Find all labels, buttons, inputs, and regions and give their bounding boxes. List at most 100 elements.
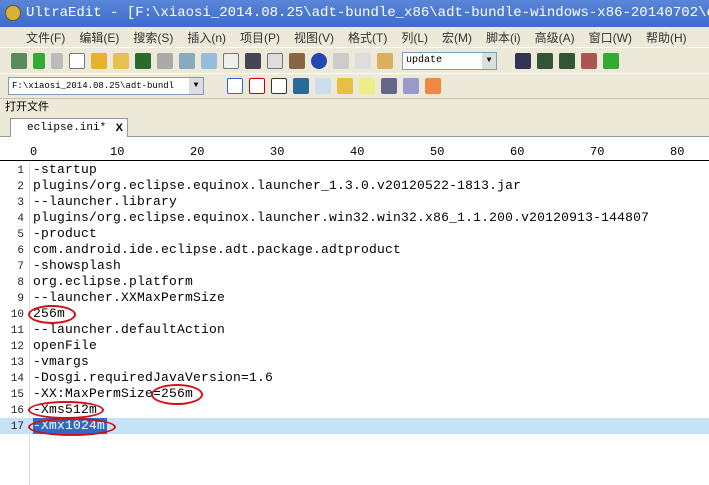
- menu-item[interactable]: 格式(T): [348, 29, 387, 46]
- editor-line[interactable]: 12 openFile: [0, 338, 709, 354]
- windows-icon[interactable]: [425, 78, 441, 94]
- line-text: -product: [33, 226, 98, 241]
- google-icon[interactable]: [227, 78, 243, 94]
- line-number: 2: [17, 181, 24, 193]
- sun-icon[interactable]: [337, 78, 353, 94]
- secondary-toolbar: F:\xiaosi_2014.08.25\adt-bundl ▼: [0, 73, 709, 98]
- line-number: 14: [10, 373, 24, 385]
- editor-line[interactable]: 4 plugins/org.eclipse.equinox.launcher.wi…: [0, 210, 709, 226]
- line-text: plugins/org.eclipse.equinox.launcher.win…: [33, 210, 650, 225]
- editor-text[interactable]: 1 -startup 2 plugins/org.eclipse.equinox.la…: [0, 162, 709, 434]
- find-prev-icon[interactable]: [537, 52, 553, 69]
- hex-icon[interactable]: [267, 52, 283, 69]
- line-number: 13: [10, 357, 24, 369]
- window-title-text: UltraEdit - [F:\xiaosi_2014.08.25\adt-bu…: [26, 5, 709, 21]
- menu-item[interactable]: 项目(P): [240, 29, 280, 46]
- menu-bar: 文件(F) 编辑(E) 搜索(S) 插入(n) 项目(P) 视图(V) 格式(T) 列(L) 宏…: [0, 27, 709, 47]
- line-number: 1: [17, 165, 24, 177]
- n-icon[interactable]: [359, 78, 375, 94]
- column-icon[interactable]: [289, 52, 305, 69]
- line-text: -vmargs: [33, 354, 90, 369]
- menu-item[interactable]: 插入(n): [187, 29, 226, 46]
- find-icon[interactable]: [515, 52, 531, 69]
- menu-item[interactable]: 高级(A): [535, 29, 575, 46]
- goto-icon[interactable]: [603, 52, 619, 69]
- cut-icon[interactable]: [333, 52, 349, 69]
- ruler-tick-label: 70: [590, 145, 605, 159]
- tab-eclipse-ini[interactable]: eclipse.ini* X: [10, 118, 128, 137]
- forward-icon[interactable]: [51, 52, 63, 69]
- line-number: 9: [17, 293, 24, 305]
- editor-line[interactable]: 8 org.eclipse.platform: [0, 274, 709, 290]
- line-text: -showsplash: [33, 258, 122, 273]
- wikipedia-icon[interactable]: [271, 78, 287, 94]
- editor-line[interactable]: 1 -startup: [0, 162, 709, 178]
- menu-item[interactable]: 文件(F): [26, 29, 65, 46]
- line-number: 11: [10, 325, 24, 337]
- editor-line[interactable]: 16 -Xms512m: [0, 402, 709, 418]
- line-text: --launcher.library: [33, 194, 178, 209]
- word-wrap-icon[interactable]: [223, 52, 239, 69]
- close-file-icon[interactable]: [113, 52, 129, 69]
- msdn-icon[interactable]: [293, 78, 309, 94]
- back-icon[interactable]: [33, 52, 45, 69]
- line-number: 16: [10, 405, 24, 417]
- editor-line[interactable]: 5 -product: [0, 226, 709, 242]
- line-number: 5: [17, 229, 24, 241]
- find-next-icon[interactable]: [559, 52, 575, 69]
- path-combo-value: F:\xiaosi_2014.08.25\adt-bundl: [12, 81, 175, 91]
- menu-item[interactable]: 列(L): [401, 29, 428, 46]
- new-file-icon[interactable]: [69, 52, 85, 69]
- menu-item[interactable]: 宏(M): [442, 29, 472, 46]
- open-file-icon[interactable]: [91, 52, 107, 69]
- copy-icon[interactable]: [355, 52, 371, 69]
- menu-item[interactable]: 搜索(S): [133, 29, 173, 46]
- ruler-tick-label: 40: [350, 145, 365, 159]
- search-combo-value: update: [406, 54, 443, 66]
- open-file-label: 打开文件: [5, 101, 49, 113]
- editor-line[interactable]: 6 com.android.ide.eclipse.adt.package.adt…: [0, 242, 709, 258]
- puzzle-icon[interactable]: [403, 78, 419, 94]
- editor-line[interactable]: 2 plugins/org.eclipse.equinox.launcher_1.…: [0, 178, 709, 194]
- menu-item[interactable]: 视图(V): [294, 29, 334, 46]
- line-number: 17: [10, 421, 24, 433]
- open-project-icon[interactable]: [11, 52, 27, 69]
- replace-icon[interactable]: [581, 52, 597, 69]
- editor-line[interactable]: 14 -Dosgi.requiredJavaVersion=1.6: [0, 370, 709, 386]
- line-number: 4: [17, 213, 24, 225]
- menu-item[interactable]: 窗口(W): [589, 29, 632, 46]
- editor-line[interactable]: 7 -showsplash: [0, 258, 709, 274]
- line-number: 3: [17, 197, 24, 209]
- editor-line[interactable]: 13 -vmargs: [0, 354, 709, 370]
- menu-item[interactable]: 脚本(i): [486, 29, 521, 46]
- idea-icon[interactable]: [315, 78, 331, 94]
- print-icon[interactable]: [157, 52, 173, 69]
- print-preview-icon[interactable]: [179, 52, 195, 69]
- chevron-down-icon[interactable]: ▼: [189, 78, 203, 94]
- search-combo[interactable]: update ▼: [402, 51, 497, 70]
- browser-icon[interactable]: [311, 52, 327, 69]
- path-combo[interactable]: F:\xiaosi_2014.08.25\adt-bundl ▼: [8, 77, 204, 95]
- ruler-tick-label: 20: [190, 145, 205, 159]
- spell-check-icon[interactable]: [201, 52, 217, 69]
- editor-line[interactable]: 10 256m: [0, 306, 709, 322]
- ruler-tick-label: 30: [270, 145, 285, 159]
- format-icon[interactable]: [245, 52, 261, 69]
- save-icon[interactable]: [135, 52, 151, 69]
- menu-item[interactable]: 帮助(H): [646, 29, 687, 46]
- tab-bar: eclipse.ini* X: [0, 115, 709, 137]
- menu-item[interactable]: 编辑(E): [79, 29, 119, 46]
- paste-icon[interactable]: [377, 52, 393, 69]
- close-tab-icon[interactable]: X: [116, 119, 123, 137]
- editor-line[interactable]: 15 -XX:MaxPermSize=256m: [0, 386, 709, 402]
- line-text: openFile: [33, 338, 98, 353]
- open-file-panel: 打开文件: [0, 98, 709, 115]
- chevron-down-icon[interactable]: ▼: [482, 52, 496, 69]
- editor-line[interactable]: 9 --launcher.XXMaxPermSize: [0, 290, 709, 306]
- tab-label: eclipse.ini*: [27, 122, 107, 134]
- yahoo-icon[interactable]: [249, 78, 265, 94]
- php-icon[interactable]: [381, 78, 397, 94]
- line-number: 15: [10, 389, 24, 401]
- editor-line[interactable]: 3 --launcher.library: [0, 194, 709, 210]
- editor-line[interactable]: 11 --launcher.defaultAction: [0, 322, 709, 338]
